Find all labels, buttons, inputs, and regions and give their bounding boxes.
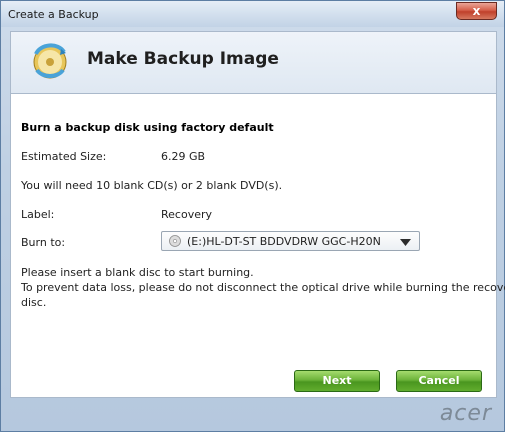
cancel-button[interactable]: Cancel	[396, 370, 482, 392]
burn-to-selected: (E:)HL-DT-ST BDDVDRW GGC-H20N	[187, 235, 381, 248]
backup-dialog-window: Create a Backup x Make Backup Image Burn…	[0, 0, 505, 432]
chevron-down-icon[interactable]	[400, 239, 411, 246]
section-title: Burn a backup disk using factory default	[21, 121, 274, 134]
window-title: Create a Backup	[8, 8, 99, 21]
instruction-warning-cont: disc.	[21, 296, 47, 309]
burn-to-label: Burn to:	[21, 236, 66, 249]
page-title: Make Backup Image	[87, 49, 279, 69]
close-button[interactable]: x	[456, 2, 497, 20]
instruction-warning: To prevent data loss, please do not disc…	[21, 281, 505, 294]
estimated-size-label: Estimated Size:	[21, 150, 107, 163]
instruction-insert-disc: Please insert a blank disc to start burn…	[21, 266, 254, 279]
estimated-size-value: 6.29 GB	[161, 150, 206, 163]
next-button[interactable]: Next	[294, 370, 380, 392]
label-value: Recovery	[161, 208, 213, 221]
burn-to-dropdown[interactable]: (E:)HL-DT-ST BDDVDRW GGC-H20N	[161, 231, 420, 251]
backup-disc-icon	[33, 43, 67, 79]
label-label: Label:	[21, 208, 55, 221]
title-bar: Create a Backup x	[1, 1, 504, 27]
acer-logo: acer	[439, 401, 492, 426]
dialog-header: Make Backup Image	[10, 31, 497, 93]
content-panel: Burn a backup disk using factory default…	[10, 93, 505, 398]
discs-needed-text: You will need 10 blank CD(s) or 2 blank …	[21, 179, 283, 192]
disc-drive-icon	[169, 235, 181, 247]
